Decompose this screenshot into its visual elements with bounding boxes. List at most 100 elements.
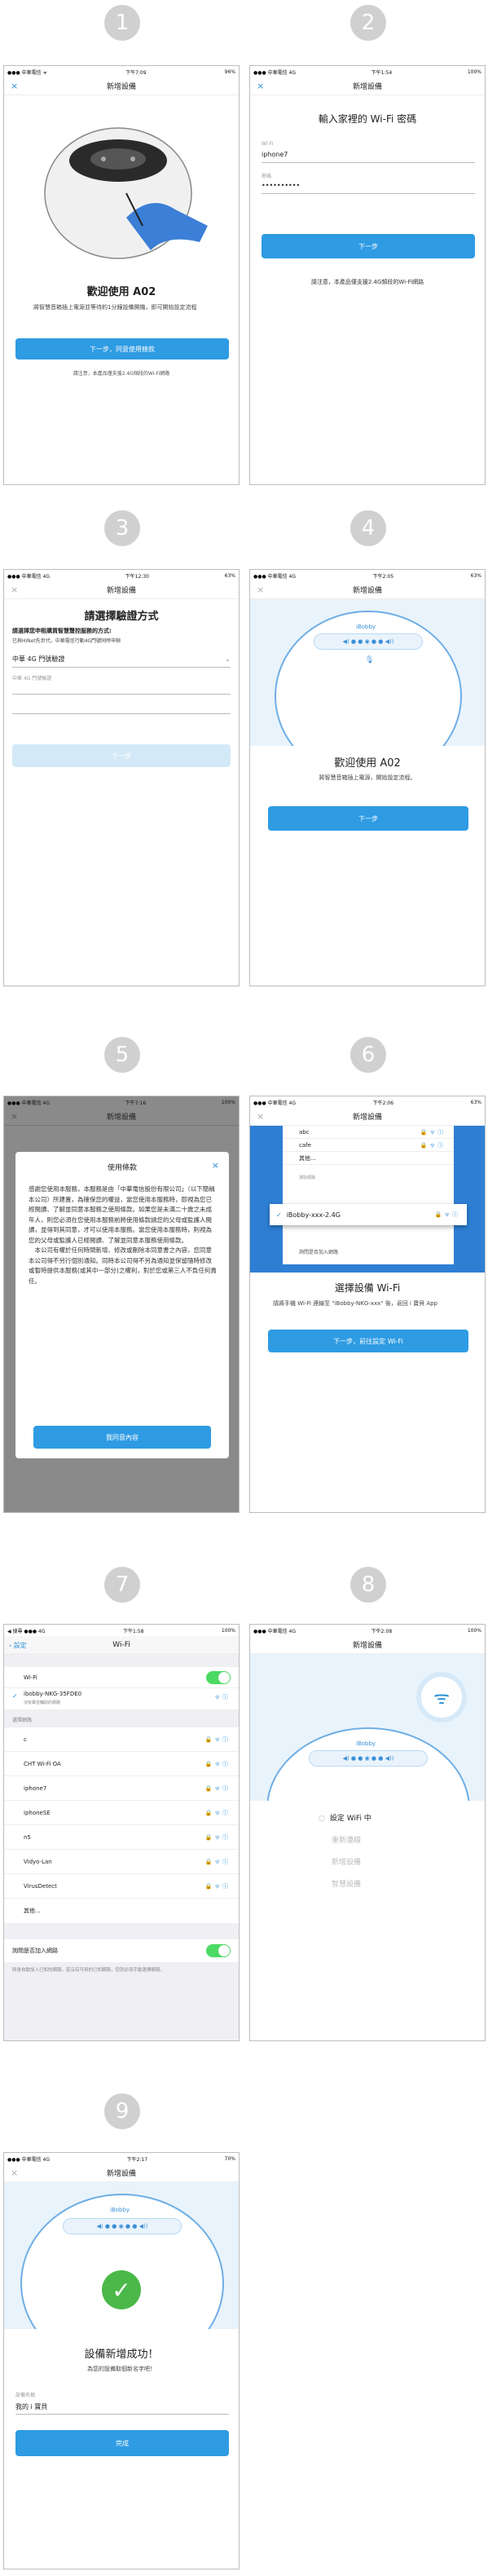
page-title: 新增設備	[106, 2170, 136, 2178]
page-title: 新增設備	[106, 83, 136, 91]
terms-modal: 使用條款 × 感謝您使用本服務，本服務是由「中華電信股份有限公司」（以下簡稱本公…	[15, 1152, 229, 1458]
close-icon[interactable]: ×	[11, 584, 18, 595]
carrier: ●●● 中華電信 4G	[7, 2156, 50, 2163]
status-bar: ●●● 中華電信 4G 下午2:17 70%	[4, 2153, 239, 2164]
success-description: 為您的設備取個新名字吧！	[87, 2366, 156, 2372]
network-name: iphone7	[24, 1784, 47, 1792]
ask-join-group: 詢問是否加入網路	[4, 1939, 239, 1962]
control-pill: ◀) ● ● ◉ ● ● ◀))	[309, 1750, 428, 1767]
wifi-ssid-field[interactable]: iphone7	[262, 151, 288, 158]
brand-logo: iBobby	[356, 1740, 376, 1747]
nav-bar: 新增設備	[250, 1636, 485, 1654]
brand-logo: iBobby	[110, 2207, 130, 2213]
page-title: 新增設備	[106, 1114, 136, 1122]
carrier: ●●● 中華電信 4G	[253, 1628, 296, 1634]
next-button[interactable]: 下一步	[262, 234, 475, 258]
wifi-band-note: 請注意，本產品僅支援2.4G頻段的Wi-Fi網路	[310, 279, 424, 285]
status-bar: ●●● 中華電信 4G 下午2:06 63%	[250, 1096, 485, 1108]
connected-network[interactable]: ✓ ibobby-NKG-35FDE0 沒有聲音輔助的網路 ᯤⓘ	[4, 1688, 239, 1709]
close-icon[interactable]: ×	[257, 1111, 264, 1122]
nav-bar: × 新增設備	[4, 77, 239, 95]
ask-join-description: 將會自動加入已知的網路。若沒有可用的已知網路，您就必須手動選擇網路。	[12, 1968, 165, 1973]
info-icon[interactable]: ᯤⓘ	[215, 1693, 231, 1701]
wifi-icon: 🔒ᯤⓘ	[204, 1882, 231, 1890]
wifi-icon: 🔒ᯤⓘ	[434, 1211, 460, 1218]
wifi-list-illustration: abc 🔒ᯤⓘ cafe 🔒ᯤⓘ 其他... 選取網路 詢問是否加入網路 ✓ iBob…	[250, 1126, 485, 1273]
screen-welcome: ●●● 中華電信 ᯤ 下午7:09 96% × 新增設備 歡迎使用 A02 將智慧音箱…	[3, 65, 240, 485]
clock: 下午1:54	[371, 69, 393, 76]
agree-next-button[interactable]: 下一步，同意使用條款	[15, 338, 229, 359]
network-row[interactable]: CHT Wi-Fi OA 🔒ᯤⓘ	[4, 1752, 239, 1776]
progress-step: 智慧設備	[332, 1881, 362, 1889]
close-icon[interactable]: ×	[257, 584, 264, 595]
network-row[interactable]: Vidyo-Lan 🔒ᯤⓘ	[4, 1850, 239, 1874]
device-name-label: 設備名稱	[15, 2393, 36, 2398]
carrier: ●●● 中華電信 4G	[7, 573, 50, 580]
modal-close-icon[interactable]: ×	[212, 1160, 219, 1171]
progress-step-active: ◌ 設定 WiFi 中	[319, 1812, 371, 1823]
network-row[interactable]: iphone7 🔒ᯤⓘ	[4, 1776, 239, 1801]
page-title: Wi-Fi	[112, 1640, 130, 1649]
device-illustration	[4, 95, 239, 271]
network-row[interactable]: c 🔒ᯤⓘ	[4, 1727, 239, 1752]
nav-bar: × 新增設備	[250, 581, 485, 599]
modal-title: 使用條款	[107, 1164, 137, 1172]
verify-method-select[interactable]: 中華 4G 門號驗證 ⌄	[12, 651, 231, 668]
wifi-icon: 🔒ᯤⓘ	[204, 1833, 231, 1841]
welcome-description: 將智慧音箱插上電源並等待約1分鐘設備開機，即可開始設定流程	[33, 304, 197, 311]
connected-name: ibobby-NKG-35FDE0	[24, 1691, 82, 1697]
brand-logo: iBobby	[356, 624, 376, 630]
network-name: cafe	[299, 1141, 311, 1149]
close-icon[interactable]: ×	[11, 1111, 18, 1122]
wifi-toggle[interactable]	[206, 1671, 231, 1684]
network-row-other[interactable]: 其他...	[4, 1899, 239, 1923]
clock: 下午12:30	[125, 573, 149, 580]
agree-button[interactable]: 我同意內容	[33, 1426, 211, 1449]
close-icon[interactable]: ×	[257, 81, 264, 91]
phone-field-label: 中華 4G 門號驗證	[12, 676, 52, 681]
network-row[interactable]: iphoneSE 🔒ᯤⓘ	[4, 1801, 239, 1825]
phone-field[interactable]	[12, 694, 231, 695]
wifi-icon: 🔒ᯤⓘ	[204, 1760, 231, 1767]
wifi-label: Wi-Fi	[24, 1674, 37, 1681]
status-bar: ●●● 中華電信 4G 下午2:08 100%	[250, 1625, 485, 1636]
wifi-group: Wi-Fi ✓ ibobby-NKG-35FDE0 沒有聲音輔助的網路 ᯤⓘ	[4, 1667, 239, 1709]
wifi-icon: 🔒ᯤⓘ	[204, 1736, 231, 1743]
close-icon[interactable]: ×	[11, 2168, 18, 2178]
battery: 100%	[467, 1627, 481, 1634]
nav-bar: ‹ 設定 Wi-Fi	[4, 1636, 239, 1654]
step-number-3: 3	[104, 510, 140, 546]
carrier: ●●● 中華電信 4G	[253, 69, 296, 76]
screen-ios-wifi-settings: ◀ 搜尋 ●●● 4G 下午1:58 100% ‹ 設定 Wi-Fi Wi-Fi ✓ …	[3, 1624, 240, 2041]
screen-success: ●●● 中華電信 4G 下午2:17 70% × 新增設備 iBobby ◀) ● ●…	[3, 2152, 240, 2569]
progress-step: 新增設備	[332, 1859, 362, 1867]
network-row[interactable]: n5 🔒ᯤⓘ	[4, 1825, 239, 1850]
nav-bar: × 新增設備	[4, 2164, 239, 2182]
step-number-7: 7	[104, 1567, 140, 1603]
device-name-field[interactable]: 我的 i 寶貝	[15, 2402, 47, 2411]
ask-join-toggle[interactable]	[206, 1944, 231, 1957]
close-icon[interactable]: ×	[11, 81, 18, 91]
clock: 下午1:58	[122, 1628, 144, 1634]
network-name: CHT Wi-Fi OA	[24, 1760, 61, 1767]
network-name: 其他...	[299, 1154, 316, 1162]
welcome-description: 將智慧音箱插上電源，開始設定流程。	[319, 774, 416, 781]
wifi-icon: 🔒ᯤⓘ	[204, 1784, 231, 1792]
verify-heading: 請選擇驗證方式	[84, 611, 159, 623]
wifi-icon: 🔒ᯤⓘ	[420, 1141, 446, 1149]
go-wifi-settings-button[interactable]: 下一步，前往設定 Wi-Fi	[268, 1330, 468, 1352]
password-field[interactable]: ••••••••••	[262, 182, 300, 189]
carrier: ●●● 中華電信 4G	[7, 1100, 50, 1106]
status-bar: ●●● 中華電信 4G 下午1:54 100%	[250, 66, 485, 77]
speaker-hand-image	[44, 127, 208, 259]
next-button-disabled[interactable]: 下一步	[12, 744, 231, 767]
network-row[interactable]: VirusDetect 🔒ᯤⓘ	[4, 1874, 239, 1899]
done-button[interactable]: 完成	[15, 2430, 229, 2456]
page-title: 新增設備	[352, 1114, 382, 1122]
verify-desc-2: 已與HiNet先世代，中華電信行動4G門號同時申辦	[12, 638, 121, 644]
back-button[interactable]: ‹ 設定	[9, 1641, 27, 1650]
code-field[interactable]	[12, 713, 231, 714]
nav-bar: × 新增設備	[4, 1108, 239, 1126]
next-button[interactable]: 下一步	[268, 806, 468, 831]
select-wifi-heading: 選擇設備 Wi-Fi	[334, 1282, 401, 1294]
